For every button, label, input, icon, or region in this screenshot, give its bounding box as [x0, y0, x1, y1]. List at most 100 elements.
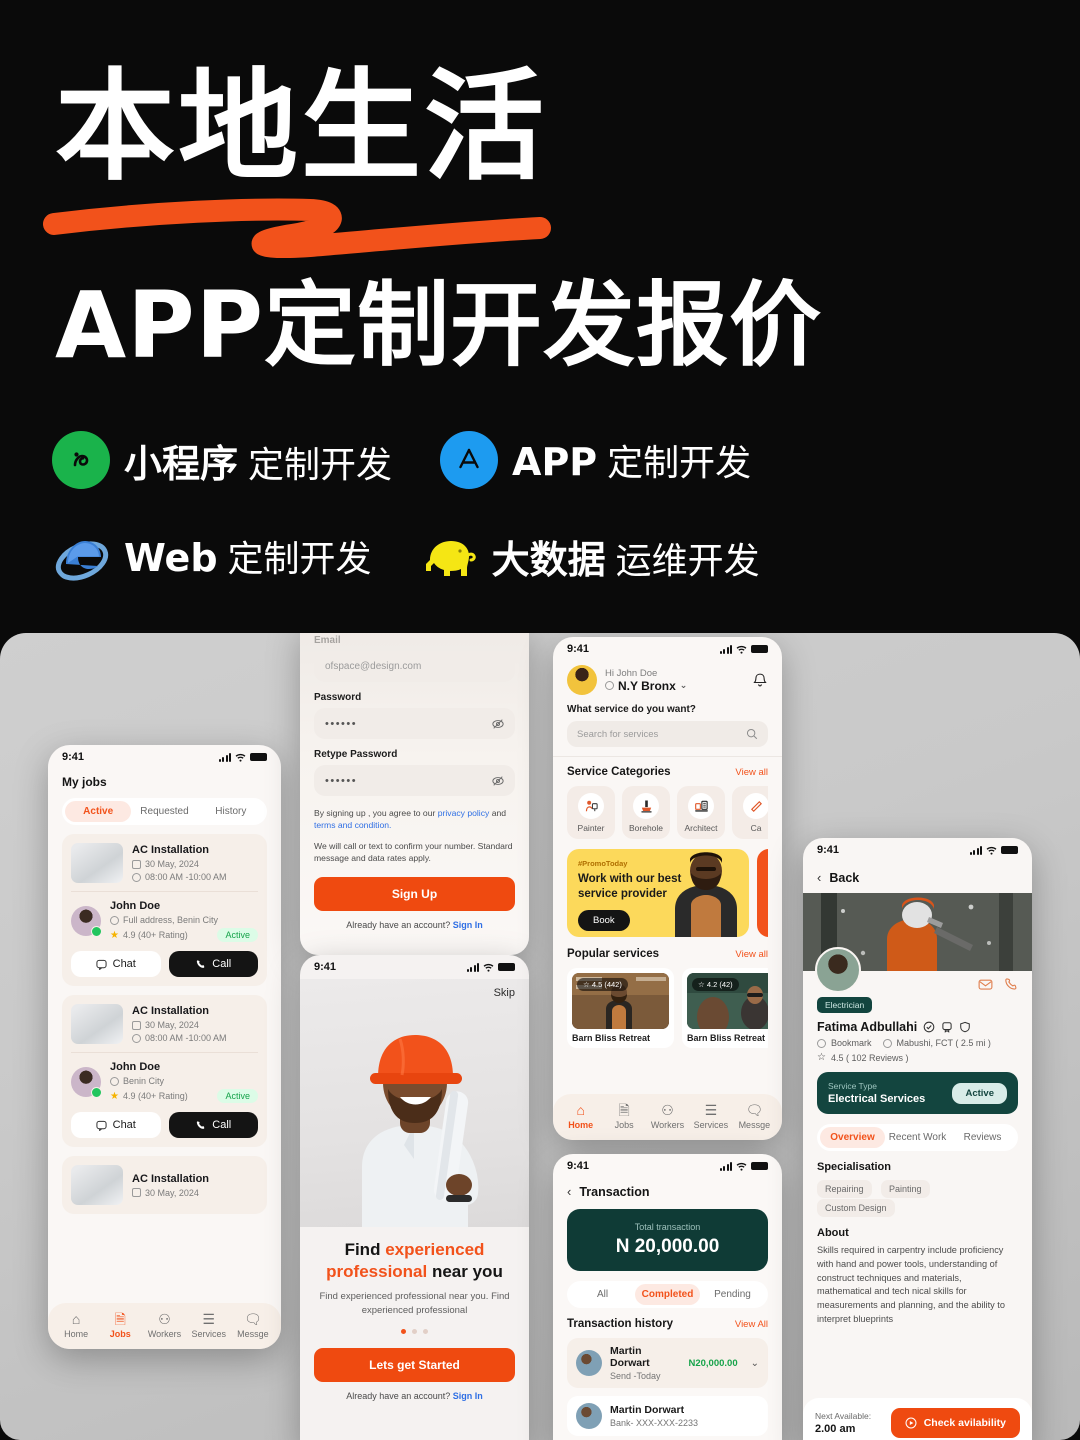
search-input[interactable]: Search for services: [567, 721, 768, 747]
tab-requested[interactable]: Requested: [131, 801, 197, 822]
check-availability-button[interactable]: Check avilability: [890, 1408, 1020, 1438]
tab-all[interactable]: All: [570, 1284, 635, 1305]
call-button[interactable]: Call: [168, 1112, 258, 1138]
tab-recent-work[interactable]: Recent Work: [885, 1127, 950, 1148]
job-card[interactable]: AC Installation 30 May, 2024 08:00 AM -1…: [62, 995, 267, 1147]
specialisation-chip[interactable]: Repairing: [817, 1180, 872, 1198]
eye-off-icon[interactable]: [492, 775, 504, 787]
chat-button[interactable]: Chat: [71, 951, 161, 977]
total-label: Total transaction: [634, 1222, 701, 1232]
transaction-row[interactable]: Martin Dorwart Bank- XXX-XXX-2233: [567, 1396, 768, 1436]
about-text: Skills required in carpentry include pro…: [817, 1245, 1005, 1324]
tabbar-item-jobs[interactable]: 🗎 Jobs: [602, 1103, 645, 1130]
specialisation-chip[interactable]: Custom Design: [817, 1199, 895, 1217]
chevron-left-icon[interactable]: ‹: [817, 870, 821, 885]
tab-overview[interactable]: Overview: [820, 1127, 885, 1148]
calendar-icon: [132, 1020, 141, 1030]
wifi-icon: [483, 963, 494, 972]
terms-link[interactable]: terms and condition.: [314, 820, 391, 830]
email-field[interactable]: ofspace@design.com: [314, 651, 515, 682]
carousel-dot[interactable]: [423, 1329, 428, 1334]
promo-card-yellow[interactable]: #PromoToday Work with our best service p…: [567, 849, 749, 937]
wifi-icon: [736, 1162, 747, 1171]
call-button[interactable]: Call: [168, 951, 258, 977]
carousel-dot[interactable]: [401, 1329, 406, 1334]
carousel-dots[interactable]: [314, 1329, 515, 1334]
password-field[interactable]: ••••••: [314, 708, 515, 739]
category-carpenter[interactable]: Ca: [732, 786, 768, 839]
sign-in-link[interactable]: Sign In: [453, 1391, 483, 1401]
avatar: [576, 1403, 602, 1429]
job-card[interactable]: AC Installation 30 May, 2024 08:00 AM -1…: [62, 834, 267, 986]
bottom-tabbar[interactable]: ⌂ Home 🗎 Jobs ⚇ Workers ☰ Services 🗨 Mes…: [48, 1303, 281, 1349]
location-selector[interactable]: N.Y Bronx ⌄: [605, 679, 687, 693]
mail-icon[interactable]: [978, 977, 993, 992]
category-architect[interactable]: Architect: [677, 786, 725, 839]
eye-off-icon[interactable]: [492, 718, 504, 730]
tabbar-item-jobs[interactable]: 🗎 Jobs: [98, 1312, 142, 1339]
tabbar-item-message[interactable]: 🗨 Messge: [733, 1103, 776, 1130]
notification-bell-icon[interactable]: [752, 672, 768, 688]
transaction-filter-tabs[interactable]: All Completed Pending: [567, 1281, 768, 1308]
profile-name-row: Fatima Adbullahi: [817, 1020, 1018, 1034]
profile-tabs[interactable]: Overview Recent Work Reviews: [817, 1124, 1018, 1151]
profile-back-bar[interactable]: ‹ Back: [817, 870, 1018, 885]
get-started-button[interactable]: Lets get Started: [314, 1348, 515, 1382]
tabbar-item-workers[interactable]: ⚇ Workers: [142, 1312, 186, 1339]
tabbar-item-message[interactable]: 🗨 Messge: [231, 1312, 275, 1339]
search-placeholder-text: Search for services: [577, 728, 659, 740]
chat-button[interactable]: Chat: [71, 1112, 161, 1138]
service-type-label: Service Type: [828, 1081, 877, 1091]
tab-reviews[interactable]: Reviews: [950, 1127, 1015, 1148]
phone-icon[interactable]: [1003, 977, 1018, 992]
sign-in-link[interactable]: Sign In: [453, 920, 483, 930]
retype-password-field[interactable]: ••••••: [314, 765, 515, 796]
popular-service-card[interactable]: ☆ 4.2 (42) Barn Bliss Retreat: [682, 968, 768, 1048]
specialisation-chip[interactable]: Painting: [880, 1180, 930, 1198]
promo-card-orange[interactable]: #Pro Wo ser B: [757, 849, 768, 937]
job-card[interactable]: AC Installation 30 May, 2024: [62, 1156, 267, 1214]
profession-badge: Electrician: [817, 997, 873, 1013]
specialisation-title: Specialisation: [817, 1161, 891, 1173]
avatar[interactable]: [567, 665, 597, 695]
chevron-down-icon[interactable]: ⌄: [751, 1358, 759, 1369]
popular-service-card[interactable]: ☆ 4.5 (442) Barn Bliss Retreat: [567, 968, 674, 1048]
tab-completed[interactable]: Completed: [635, 1284, 700, 1305]
categories-view-all[interactable]: View all: [735, 767, 768, 778]
tabbar-item-home[interactable]: ⌂ Home: [54, 1312, 98, 1339]
status-bar: 9:41: [803, 838, 1032, 862]
transaction-back-bar[interactable]: ‹ Transaction: [567, 1184, 768, 1199]
popular-view-all[interactable]: View all: [735, 949, 768, 960]
clock-icon: [132, 872, 141, 882]
category-painter[interactable]: Painter: [567, 786, 615, 839]
sign-up-button[interactable]: Sign Up: [314, 876, 515, 911]
carousel-dot[interactable]: [412, 1329, 417, 1334]
tab-history[interactable]: History: [198, 801, 264, 822]
greeting-text: Hi John Doe: [605, 667, 658, 679]
tab-active[interactable]: Active: [65, 801, 132, 822]
battery-icon: [751, 644, 768, 654]
history-view-all[interactable]: View All: [735, 1319, 768, 1330]
status-badge: Active: [217, 1089, 258, 1103]
jobs-file-icon: 🗎: [618, 1102, 630, 1118]
tab-pending[interactable]: Pending: [700, 1284, 765, 1305]
tabbar-item-workers[interactable]: ⚇ Workers: [646, 1103, 689, 1130]
tabbar-item-home[interactable]: ⌂ Home: [559, 1103, 602, 1130]
chevron-left-icon[interactable]: ‹: [567, 1184, 571, 1199]
password-value: ••••••: [325, 717, 358, 730]
my-jobs-tabs[interactable]: Active Requested History: [62, 798, 267, 825]
promo-book-button[interactable]: Book: [578, 909, 630, 931]
status-time: 9:41: [817, 844, 840, 856]
privacy-policy-link[interactable]: privacy policy: [438, 808, 490, 818]
bottom-tabbar[interactable]: ⌂ Home 🗎 Jobs ⚇ Workers ☰ Services 🗨 Mes…: [553, 1094, 782, 1140]
bookmark-icon[interactable]: [817, 1038, 826, 1048]
transaction-row[interactable]: Martin Dorwart Send -Today N20,000.00 ⌄: [567, 1338, 768, 1388]
transaction-amount: N20,000.00: [688, 1357, 738, 1369]
tabbar-item-services[interactable]: ☰ Services: [689, 1103, 732, 1130]
tabbar-item-services[interactable]: ☰ Services: [187, 1312, 231, 1339]
service-question: What service do you want?: [567, 704, 696, 715]
wechat-miniprogram-icon: [52, 431, 110, 489]
category-borehole[interactable]: Borehole: [622, 786, 670, 839]
call-label: Call: [212, 1119, 232, 1131]
bookmark-label[interactable]: Bookmark: [831, 1038, 872, 1048]
